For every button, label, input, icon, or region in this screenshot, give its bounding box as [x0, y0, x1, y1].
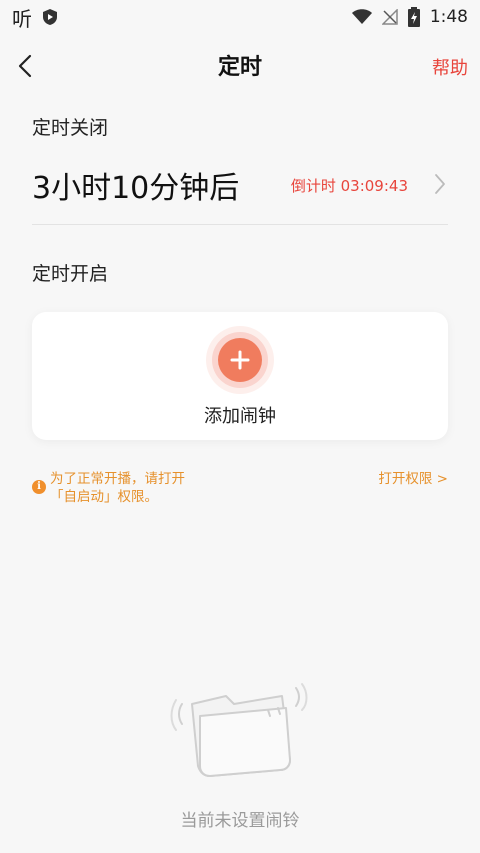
page-title: 定时: [217, 55, 262, 80]
countdown-label: 倒计时 03:09:43: [290, 176, 408, 195]
autostart-notice: i 为了正常开播，请打开 「自启动」权限。 打开权限 >: [32, 470, 448, 510]
add-alarm-card[interactable]: 添加闹钟: [32, 312, 448, 440]
notice-line-2: 「自启动」权限。: [50, 489, 158, 505]
status-bar: 听 1:48: [0, 0, 480, 34]
add-alarm-label: 添加闹钟: [204, 406, 276, 427]
timer-off-section-title: 定时关闭: [32, 117, 109, 139]
battery-charging-icon: [407, 7, 420, 27]
clock: 1:48: [429, 7, 468, 27]
wifi-icon: [351, 9, 372, 25]
add-alarm-button[interactable]: [206, 326, 274, 394]
empty-folder-icon: [170, 683, 308, 777]
info-icon: i: [32, 480, 46, 494]
shield-play-icon: [42, 8, 58, 26]
chevron-left-icon: [18, 54, 32, 78]
plus-icon: [218, 338, 262, 382]
notice-text: 为了正常开播，请打开 「自启动」权限。: [50, 470, 250, 506]
empty-state-text: 当前未设置闹铃: [180, 811, 300, 831]
timer-off-value: 3小时10分钟后: [32, 171, 240, 206]
notice-line-1: 为了正常开播，请打开: [50, 471, 185, 487]
chevron-right-icon: [435, 174, 445, 194]
timer-off-row[interactable]: 3小时10分钟后 倒计时 03:09:43: [32, 160, 448, 210]
help-link[interactable]: 帮助: [432, 54, 468, 80]
divider: [32, 224, 448, 225]
timer-on-section-title: 定时开启: [32, 263, 109, 285]
open-permission-link[interactable]: 打开权限 >: [378, 470, 448, 488]
app-logo-glyph: 听: [12, 6, 32, 31]
back-button[interactable]: [18, 52, 42, 80]
app-bar: 定时 帮助: [0, 34, 480, 96]
no-signal-icon: [381, 9, 398, 25]
